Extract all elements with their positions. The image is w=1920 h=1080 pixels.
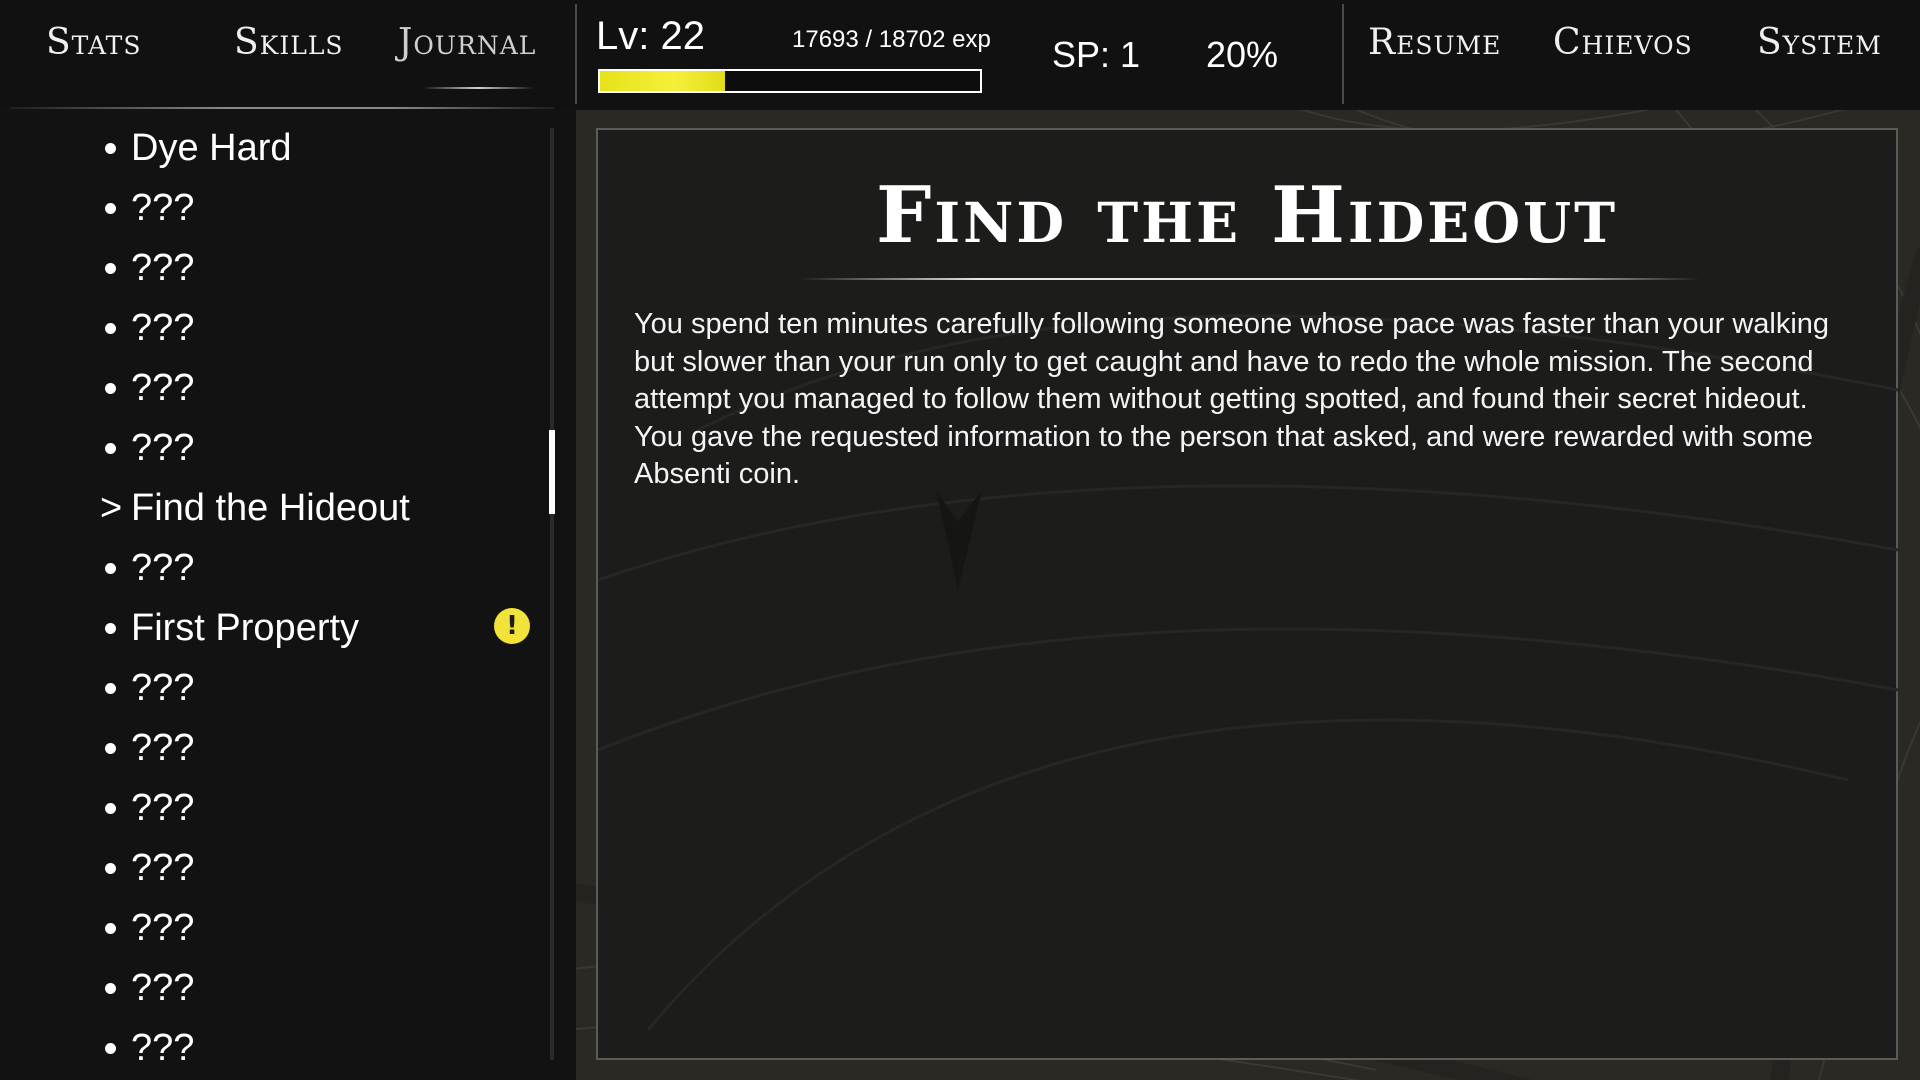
quest-title: Find the Hideout <box>131 486 410 529</box>
bullet-icon <box>105 742 116 754</box>
quest-item[interactable]: First Property <box>100 600 540 656</box>
quest-title: ??? <box>131 966 195 1009</box>
compass-decoration-icon <box>598 314 1899 1031</box>
bullet-icon <box>105 682 116 694</box>
bullet-icon <box>105 262 116 274</box>
quest-item[interactable]: ??? <box>100 960 540 1016</box>
header-separator-right <box>1342 4 1344 104</box>
quest-item[interactable]: Dye Hard <box>100 120 540 176</box>
bullet-icon <box>105 622 116 634</box>
quest-item[interactable]: ??? <box>100 240 540 296</box>
exp-progress-fill <box>600 71 726 91</box>
quest-item[interactable]: ??? <box>100 300 540 356</box>
chievos-button[interactable]: Chievos <box>1553 22 1693 82</box>
exclamation-icon: ! <box>494 608 530 644</box>
bullet-icon <box>105 982 116 994</box>
resume-button[interactable]: Resume <box>1368 22 1501 82</box>
quest-title: ??? <box>131 1026 195 1069</box>
quest-title: ??? <box>131 846 195 889</box>
quest-title: ??? <box>131 426 195 469</box>
tab-journal[interactable]: Journal <box>398 22 536 82</box>
system-button[interactable]: System <box>1757 22 1882 82</box>
active-tab-underline <box>422 87 534 89</box>
quest-title: ??? <box>131 726 195 769</box>
top-bar: Stats Skills Journal Lv: 22 17693 / 1870… <box>0 0 1920 109</box>
quest-item[interactable]: ??? <box>100 420 540 476</box>
quest-item[interactable]: ??? <box>100 540 540 596</box>
quest-item[interactable]: ??? <box>100 900 540 956</box>
quest-title: ??? <box>131 786 195 829</box>
quest-title: First Property <box>131 606 360 649</box>
skill-points: SP: 1 <box>1052 34 1141 75</box>
selection-arrow-icon: > <box>100 486 123 529</box>
quest-item[interactable]: ??? <box>100 780 540 836</box>
quest-title: ??? <box>131 546 195 589</box>
tabs-divider <box>10 107 555 109</box>
header-separator-left <box>575 4 577 104</box>
exp-counter: 17693 / 18702 exp <box>792 26 991 53</box>
quest-item[interactable]: ??? <box>100 660 540 716</box>
bullet-icon <box>105 802 116 814</box>
quest-title: ??? <box>131 186 195 229</box>
bullet-icon <box>105 442 116 454</box>
quest-title: ??? <box>131 666 195 709</box>
quest-title: ??? <box>131 366 195 409</box>
scrollbar-thumb[interactable] <box>549 430 555 514</box>
scrollbar-track[interactable] <box>550 128 554 1060</box>
bullet-icon <box>105 562 116 574</box>
quest-item-selected[interactable]: > Find the Hideout <box>100 480 540 536</box>
bullet-icon <box>105 322 116 334</box>
title-underline <box>800 278 1700 280</box>
bullet-icon <box>105 202 116 214</box>
completion-percent: 20% <box>1206 34 1279 75</box>
tab-stats[interactable]: Stats <box>46 22 141 82</box>
quest-item[interactable]: ??? <box>100 180 540 236</box>
quest-item[interactable]: ??? <box>100 1020 540 1076</box>
quest-title: ??? <box>131 906 195 949</box>
tab-skills[interactable]: Skills <box>234 22 344 82</box>
quest-title: Dye Hard <box>131 126 292 169</box>
player-level: Lv: 22 <box>596 14 705 58</box>
game-menu-screen: Stats Skills Journal Lv: 22 17693 / 1870… <box>0 0 1920 1080</box>
entry-title: Find the Hideout <box>875 170 1619 261</box>
quest-item[interactable]: ??? <box>100 720 540 776</box>
entry-description: You spend ten minutes carefully followin… <box>634 308 1830 490</box>
exp-progress-bar <box>598 69 982 93</box>
bullet-icon <box>105 922 116 934</box>
bullet-icon <box>105 1042 116 1054</box>
bullet-icon <box>105 142 116 154</box>
quest-title: ??? <box>131 246 195 289</box>
bullet-icon <box>105 862 116 874</box>
bullet-icon <box>105 382 116 394</box>
journal-entry-panel <box>596 128 1899 1060</box>
quest-title: ??? <box>131 306 195 349</box>
quest-item[interactable]: ??? <box>100 360 540 416</box>
quest-item[interactable]: ??? <box>100 840 540 896</box>
